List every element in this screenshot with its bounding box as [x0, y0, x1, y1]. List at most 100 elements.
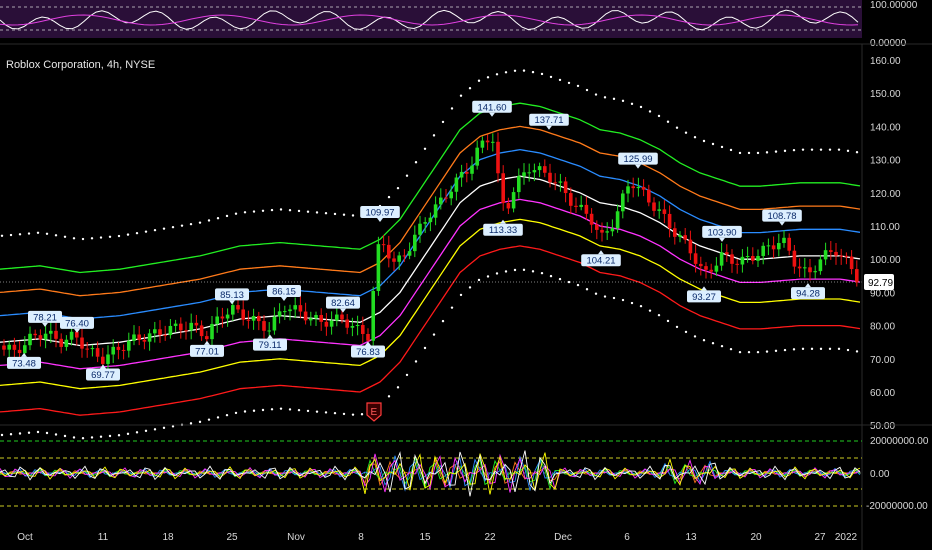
- band-dot: [450, 306, 454, 309]
- band-dot: [522, 69, 526, 72]
- candle-body: [714, 265, 719, 272]
- band-dot: [432, 134, 436, 137]
- candle-body: [236, 305, 240, 310]
- band-dot: [126, 233, 130, 236]
- candle-body: [771, 245, 776, 250]
- band-dot: [216, 216, 220, 220]
- candle-body: [428, 217, 433, 223]
- candle-body: [329, 320, 334, 327]
- osc-tick-bottom: -20000000.00: [866, 501, 928, 512]
- candle-body: [283, 311, 287, 313]
- candle-body: [673, 228, 677, 237]
- candle-body: [319, 314, 323, 322]
- candle-body: [777, 243, 781, 250]
- candle-body: [647, 189, 651, 203]
- band-dot: [531, 70, 535, 74]
- price-chart[interactable]: 100.00000 0.00000 73.4878.2176.4069.7777…: [0, 0, 932, 550]
- candle-body: [574, 205, 578, 207]
- band-dot: [540, 72, 544, 76]
- candle-body: [756, 255, 760, 261]
- callout-value: 85.13: [220, 290, 244, 301]
- candle-body: [340, 314, 344, 320]
- band-dot: [828, 148, 832, 151]
- candle-body: [173, 323, 178, 326]
- band-dot: [108, 235, 112, 238]
- band-dot: [774, 349, 778, 353]
- band-dot: [837, 148, 841, 151]
- band-dot: [747, 151, 751, 155]
- band-dot: [810, 148, 814, 151]
- callout-value: 109.97: [365, 208, 394, 219]
- candle-body: [615, 211, 620, 229]
- callout-value: 125.99: [623, 154, 652, 165]
- time-tick-label: 6: [624, 532, 630, 543]
- band-dot: [756, 151, 760, 155]
- candle-body: [28, 333, 32, 346]
- band-dot: [18, 432, 22, 435]
- candle-body: [600, 229, 604, 233]
- band-dot: [216, 416, 220, 419]
- price-tick-label: 80.00: [870, 322, 895, 333]
- price-tick-label: 160.00: [870, 56, 901, 67]
- candle-body: [132, 334, 136, 341]
- band-dot: [783, 348, 787, 352]
- band-dot: [855, 350, 859, 353]
- callout-value: 93.27: [692, 292, 716, 303]
- band-dot: [189, 422, 193, 425]
- band-dot: [288, 408, 292, 411]
- candle-body: [402, 255, 407, 257]
- band-dot: [270, 408, 274, 411]
- price-tick-label: 50.00: [870, 421, 895, 432]
- callout-value: 141.60: [477, 102, 506, 113]
- candle-body: [49, 330, 53, 334]
- band-dot: [72, 237, 76, 240]
- candle-body: [241, 309, 245, 320]
- price-tick-label: 100.00: [870, 255, 901, 266]
- candle-body: [101, 356, 105, 364]
- candle-body: [454, 177, 459, 192]
- band-dot: [693, 335, 697, 338]
- band-dot: [738, 350, 742, 354]
- band-dot: [540, 271, 544, 275]
- band-dot: [450, 107, 454, 110]
- candle-body: [641, 186, 646, 190]
- band-dot: [720, 145, 724, 149]
- time-tick-label: 22: [484, 532, 496, 543]
- candle-body: [688, 239, 693, 254]
- callout-value: 113.33: [489, 225, 517, 236]
- band-dot: [441, 120, 445, 124]
- candle-body: [595, 224, 599, 230]
- band-dot: [774, 150, 778, 153]
- candle-body: [80, 337, 84, 349]
- band-dot: [189, 222, 193, 226]
- band-dot: [90, 436, 94, 439]
- band-dot: [27, 232, 31, 235]
- callout-value: 77.01: [195, 346, 219, 357]
- band-dot: [783, 149, 787, 153]
- band-dot: [387, 195, 391, 199]
- candle-body: [537, 166, 542, 171]
- rsi-panel-background: [0, 0, 862, 38]
- candle-body: [589, 213, 594, 225]
- price-tick-label: 130.00: [870, 156, 901, 167]
- candle-body: [501, 173, 505, 204]
- band-dot: [603, 295, 607, 298]
- band-dot: [279, 407, 283, 410]
- band-dot: [387, 395, 391, 398]
- band-dot: [621, 298, 625, 302]
- band-dot: [720, 344, 724, 348]
- band-dot: [207, 418, 211, 421]
- candle-body: [257, 316, 261, 322]
- band-dot: [468, 87, 472, 90]
- candle-body: [844, 255, 849, 257]
- band-dot: [36, 430, 40, 434]
- band-dot: [558, 277, 562, 281]
- candle-body: [532, 170, 537, 173]
- candle-body: [792, 250, 797, 267]
- band-dot: [108, 434, 112, 438]
- candle-body: [381, 244, 386, 246]
- time-tick-label: 25: [226, 532, 238, 543]
- candle-body: [345, 319, 349, 328]
- candle-body: [433, 204, 438, 218]
- candle-body: [361, 325, 365, 334]
